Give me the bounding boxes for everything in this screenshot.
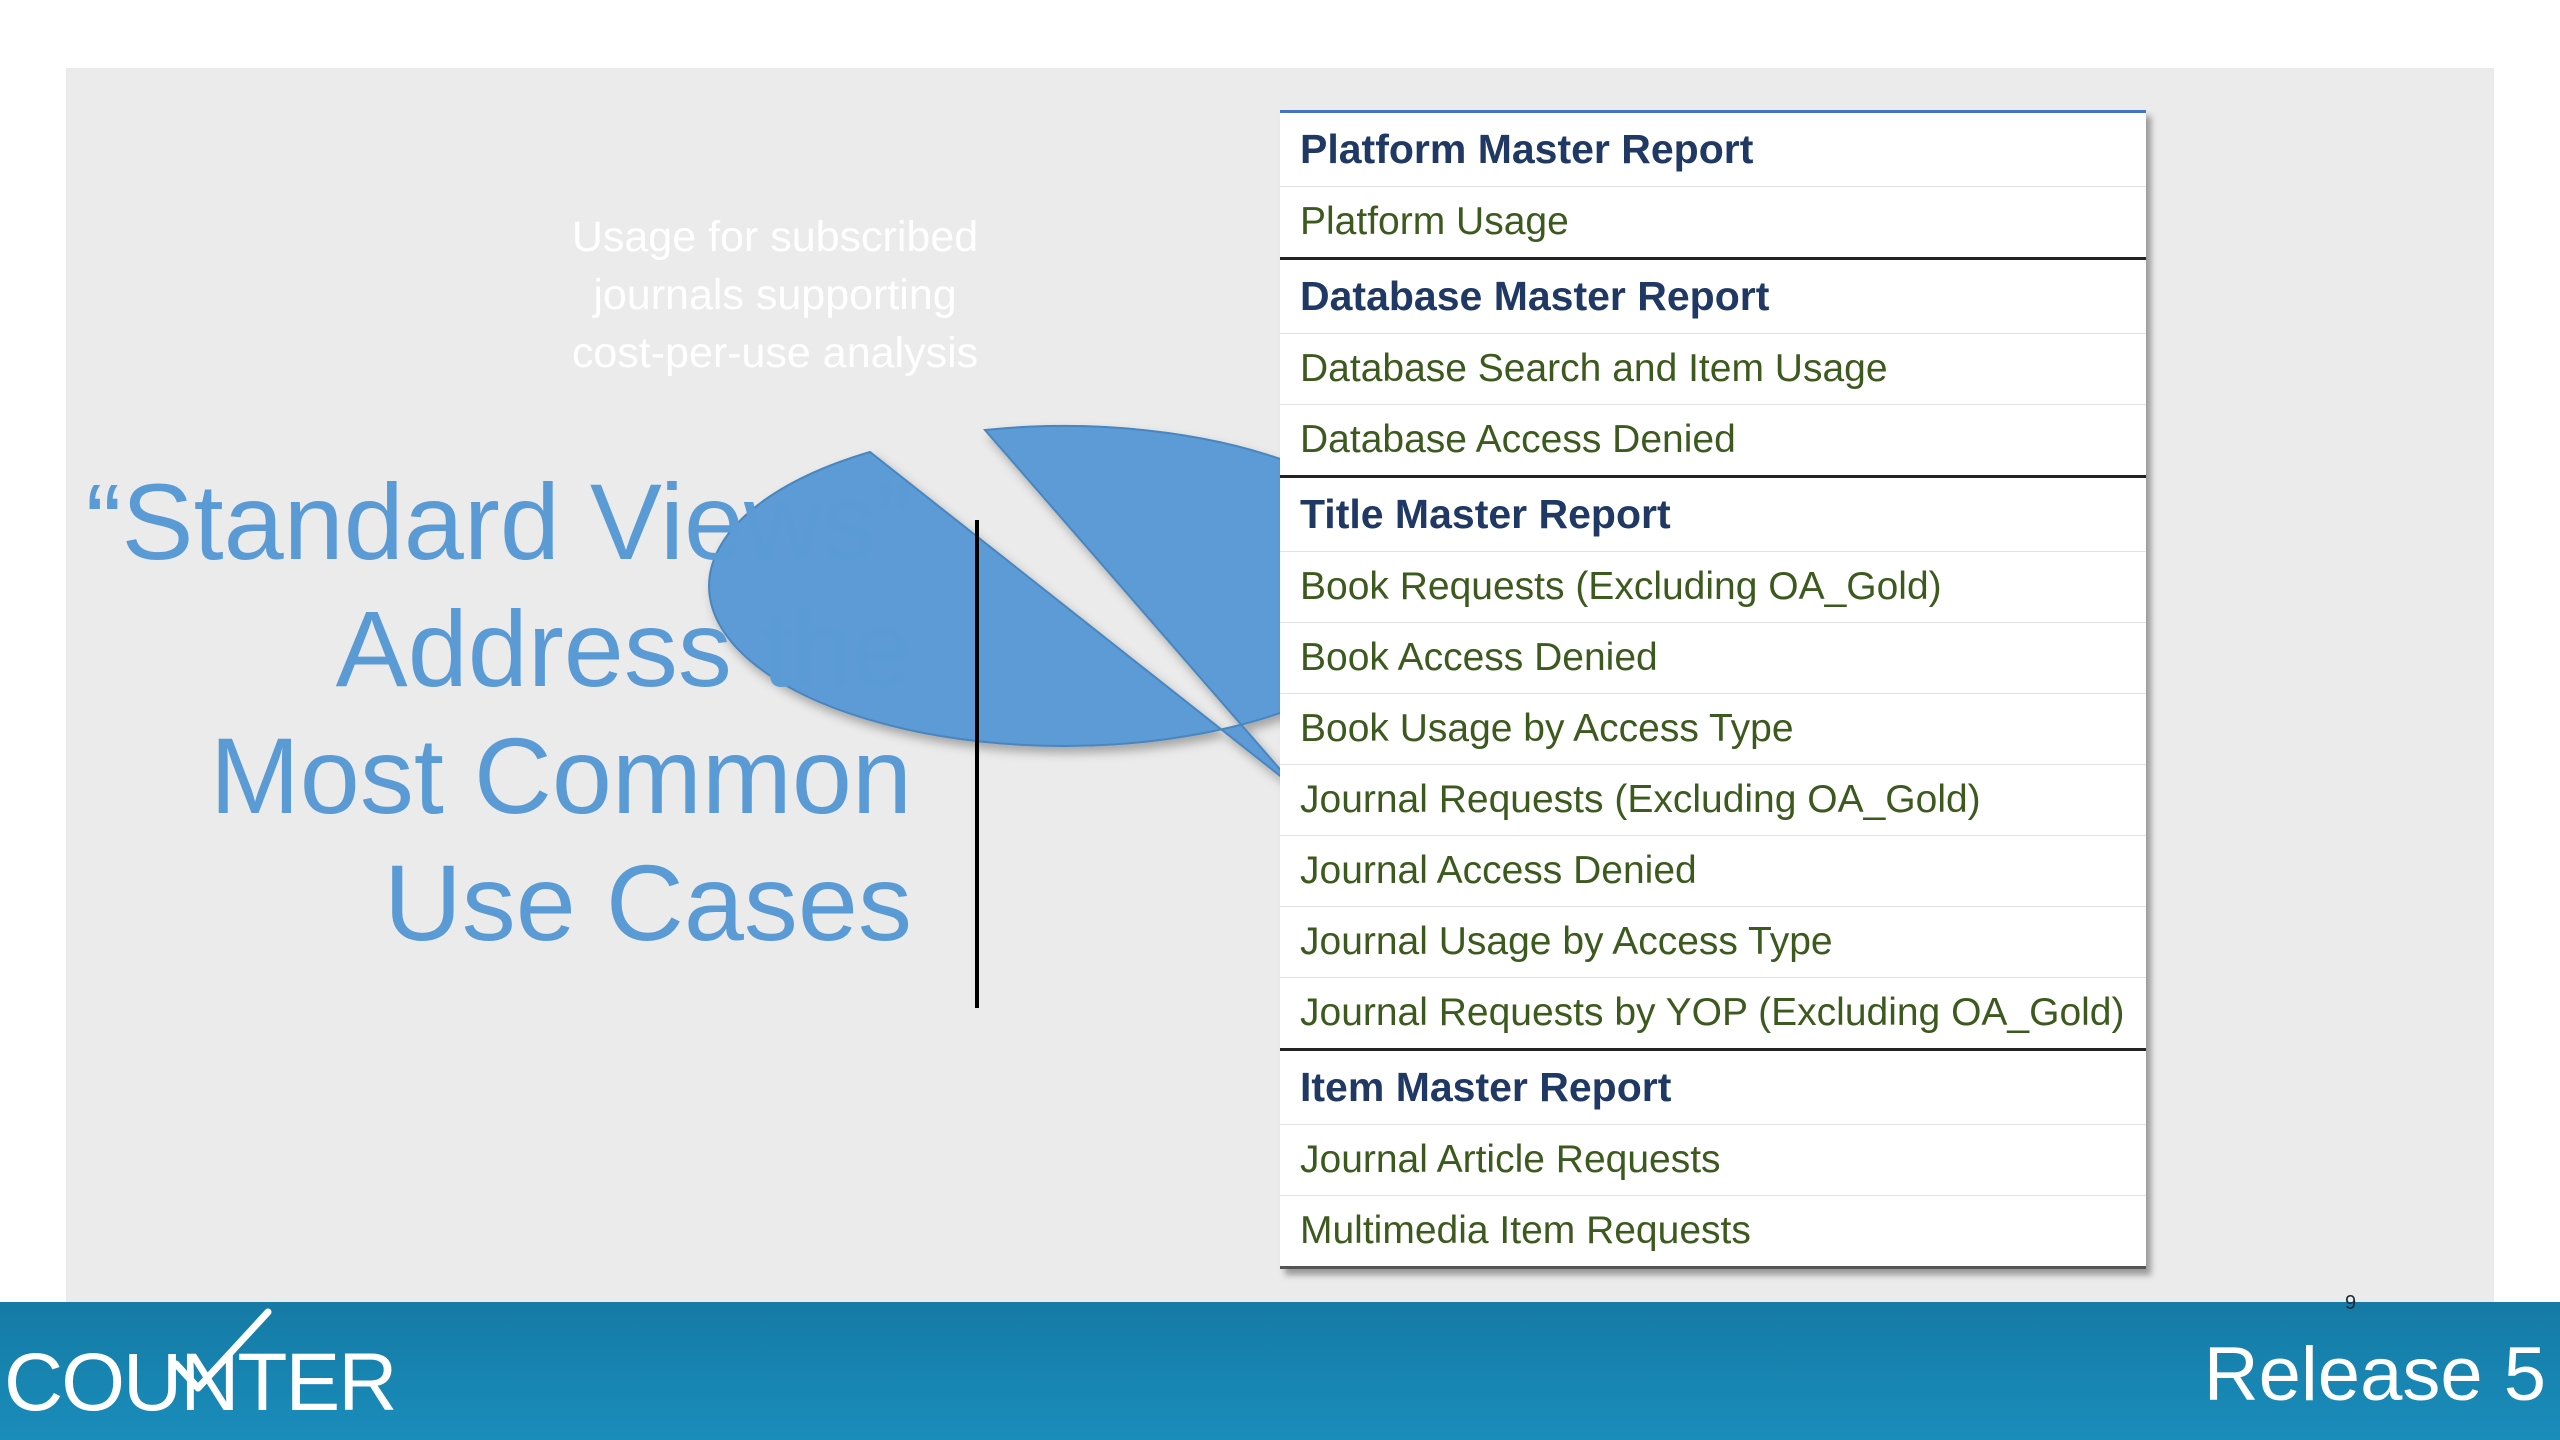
- report-group-database: Database Master Report Database Search a…: [1280, 260, 2146, 478]
- standard-view-row: Book Access Denied: [1280, 623, 2146, 694]
- callout-line: journals supporting: [593, 271, 957, 319]
- callout-text: Usage for subscribed journals supporting…: [470, 208, 1080, 382]
- standard-view-row: Journal Access Denied: [1280, 836, 2146, 907]
- standard-view-row: Book Usage by Access Type: [1280, 694, 2146, 765]
- report-group-title: Title Master Report Book Requests (Exclu…: [1280, 478, 2146, 1051]
- report-group-platform: Platform Master Report Platform Usage: [1280, 113, 2146, 260]
- counter-logo: COUNTER: [4, 1337, 397, 1428]
- callout-line: cost-per-use analysis: [571, 329, 979, 377]
- standard-view-row: Platform Usage: [1300, 200, 1569, 243]
- slide-title-line: Use Cases: [383, 842, 912, 963]
- report-group-item: Item Master Report Journal Article Reque…: [1280, 1051, 2146, 1269]
- master-report-title: Database Master Report: [1280, 260, 2146, 334]
- standard-view-row: Book Requests (Excluding OA_Gold): [1280, 552, 2146, 623]
- master-report-title: Platform Master Report: [1280, 113, 2146, 187]
- reports-table: Platform Master Report Platform Usage Da…: [1280, 110, 2146, 1269]
- vertical-divider: [975, 520, 979, 1008]
- master-report-title: Title Master Report: [1280, 478, 2146, 552]
- standard-view-row: Journal Requests by YOP (Excluding OA_Go…: [1300, 991, 2125, 1034]
- standard-view-row: Journal Requests (Excluding OA_Gold): [1280, 765, 2146, 836]
- callout-line: Usage for subscribed: [571, 213, 979, 261]
- standard-view-row: Database Access Denied: [1300, 418, 1736, 461]
- slide-title: “Standard Views” Address the Most Common…: [86, 458, 912, 966]
- page-number: 9: [2345, 1292, 2357, 1314]
- standard-view-row: Database Search and Item Usage: [1280, 334, 2146, 405]
- slide-title-line: Most Common: [209, 715, 912, 836]
- master-report-title: Item Master Report: [1280, 1051, 2146, 1125]
- slide-title-line: “Standard Views”: [85, 461, 912, 582]
- release-label: Release 5: [2203, 1332, 2546, 1417]
- slide-title-line: Address the: [335, 588, 912, 709]
- standard-view-row: Journal Usage by Access Type: [1280, 907, 2146, 978]
- standard-view-row: Journal Article Requests: [1280, 1125, 2146, 1196]
- standard-view-row: Multimedia Item Requests: [1300, 1209, 1751, 1252]
